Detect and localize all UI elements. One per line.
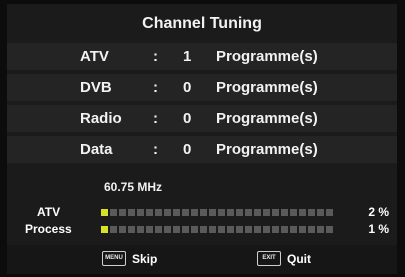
progress-segment	[119, 209, 126, 216]
progress-segment	[146, 209, 153, 216]
row-count: 1	[183, 48, 192, 65]
row-name: DVB	[80, 79, 112, 96]
programme-row-data: Data : 0 Programme(s)	[7, 136, 397, 163]
progress-segment	[272, 209, 279, 216]
programme-count-list: ATV : 1 Programme(s) DVB : 0 Programme(s…	[7, 43, 397, 167]
progress-segment	[245, 226, 252, 233]
row-colon: :	[153, 141, 158, 158]
row-colon: :	[153, 79, 158, 96]
quit-button[interactable]: EXIT Quit	[257, 251, 311, 266]
progress-segment	[236, 226, 243, 233]
atv-progress-line: ATV 2 %	[7, 205, 397, 219]
row-unit: Programme(s)	[216, 110, 318, 127]
page-title: Channel Tuning	[142, 15, 262, 32]
progress-segment	[326, 209, 333, 216]
progress-segment	[209, 209, 216, 216]
progress-segment	[299, 209, 306, 216]
progress-segment	[101, 209, 108, 216]
progress-segment	[308, 226, 315, 233]
progress-segment	[263, 226, 270, 233]
row-name: Data	[80, 141, 113, 158]
progress-segment	[128, 209, 135, 216]
programme-row-radio: Radio : 0 Programme(s)	[7, 105, 397, 132]
channel-tuning-panel: Channel Tuning ATV : 1 Programme(s) DVB …	[7, 4, 397, 274]
progress-segment	[263, 209, 270, 216]
row-colon: :	[153, 48, 158, 65]
atv-progress-bar	[101, 209, 333, 216]
progress-segment	[164, 226, 171, 233]
progress-segment	[101, 226, 108, 233]
process-progress-label: Process	[25, 222, 72, 236]
progress-segment	[290, 209, 297, 216]
progress-segment	[281, 209, 288, 216]
row-name: Radio	[80, 110, 122, 127]
atv-progress-label: ATV	[37, 205, 61, 219]
progress-segment	[200, 209, 207, 216]
progress-segment	[155, 226, 162, 233]
progress-segment	[218, 209, 225, 216]
progress-segment	[200, 226, 207, 233]
progress-segment	[155, 209, 162, 216]
programme-row-dvb: DVB : 0 Programme(s)	[7, 74, 397, 101]
progress-segment	[308, 209, 315, 216]
progress-segment	[191, 209, 198, 216]
progress-segment	[317, 209, 324, 216]
progress-segment	[227, 209, 234, 216]
progress-segment	[299, 226, 306, 233]
progress-segment	[182, 209, 189, 216]
progress-segment	[182, 226, 189, 233]
progress-segment	[173, 226, 180, 233]
process-progress-percent: 1 %	[368, 222, 389, 236]
progress-segment	[119, 226, 126, 233]
programme-row-atv: ATV : 1 Programme(s)	[7, 43, 397, 70]
progress-segment	[254, 226, 261, 233]
row-unit: Programme(s)	[216, 79, 318, 96]
process-progress-bar	[101, 226, 333, 233]
progress-segment	[137, 209, 144, 216]
progress-segment	[110, 226, 117, 233]
progress-segment	[290, 226, 297, 233]
progress-segment	[218, 226, 225, 233]
scan-status: 60.75 MHz ATV 2 % Process 1 %	[7, 172, 397, 244]
progress-segment	[137, 226, 144, 233]
progress-segment	[146, 226, 153, 233]
progress-segment	[128, 226, 135, 233]
progress-segment	[209, 226, 216, 233]
progress-segment	[281, 226, 288, 233]
atv-progress-percent: 2 %	[368, 205, 389, 219]
row-unit: Programme(s)	[216, 141, 318, 158]
process-progress-line: Process 1 %	[7, 222, 397, 236]
row-count: 0	[183, 79, 192, 96]
exit-key-icon: EXIT	[257, 251, 281, 266]
tv-screen: Channel Tuning ATV : 1 Programme(s) DVB …	[0, 0, 405, 277]
progress-segment	[191, 226, 198, 233]
row-count: 0	[183, 141, 192, 158]
row-colon: :	[153, 110, 158, 127]
progress-segment	[110, 209, 117, 216]
row-unit: Programme(s)	[216, 48, 318, 65]
progress-segment	[164, 209, 171, 216]
progress-segment	[245, 209, 252, 216]
progress-segment	[236, 209, 243, 216]
progress-segment	[272, 226, 279, 233]
progress-segment	[326, 226, 333, 233]
skip-label: Skip	[132, 251, 158, 266]
progress-segment	[227, 226, 234, 233]
quit-label: Quit	[287, 251, 311, 266]
menu-key-icon: MENU	[102, 251, 126, 266]
progress-segment	[254, 209, 261, 216]
row-name: ATV	[80, 48, 109, 65]
key-hint-bar: MENU Skip EXIT Quit	[7, 245, 397, 274]
progress-segment	[173, 209, 180, 216]
row-count: 0	[183, 110, 192, 127]
frequency-readout: 60.75 MHz	[104, 180, 163, 194]
progress-segment	[317, 226, 324, 233]
skip-button[interactable]: MENU Skip	[102, 251, 157, 266]
